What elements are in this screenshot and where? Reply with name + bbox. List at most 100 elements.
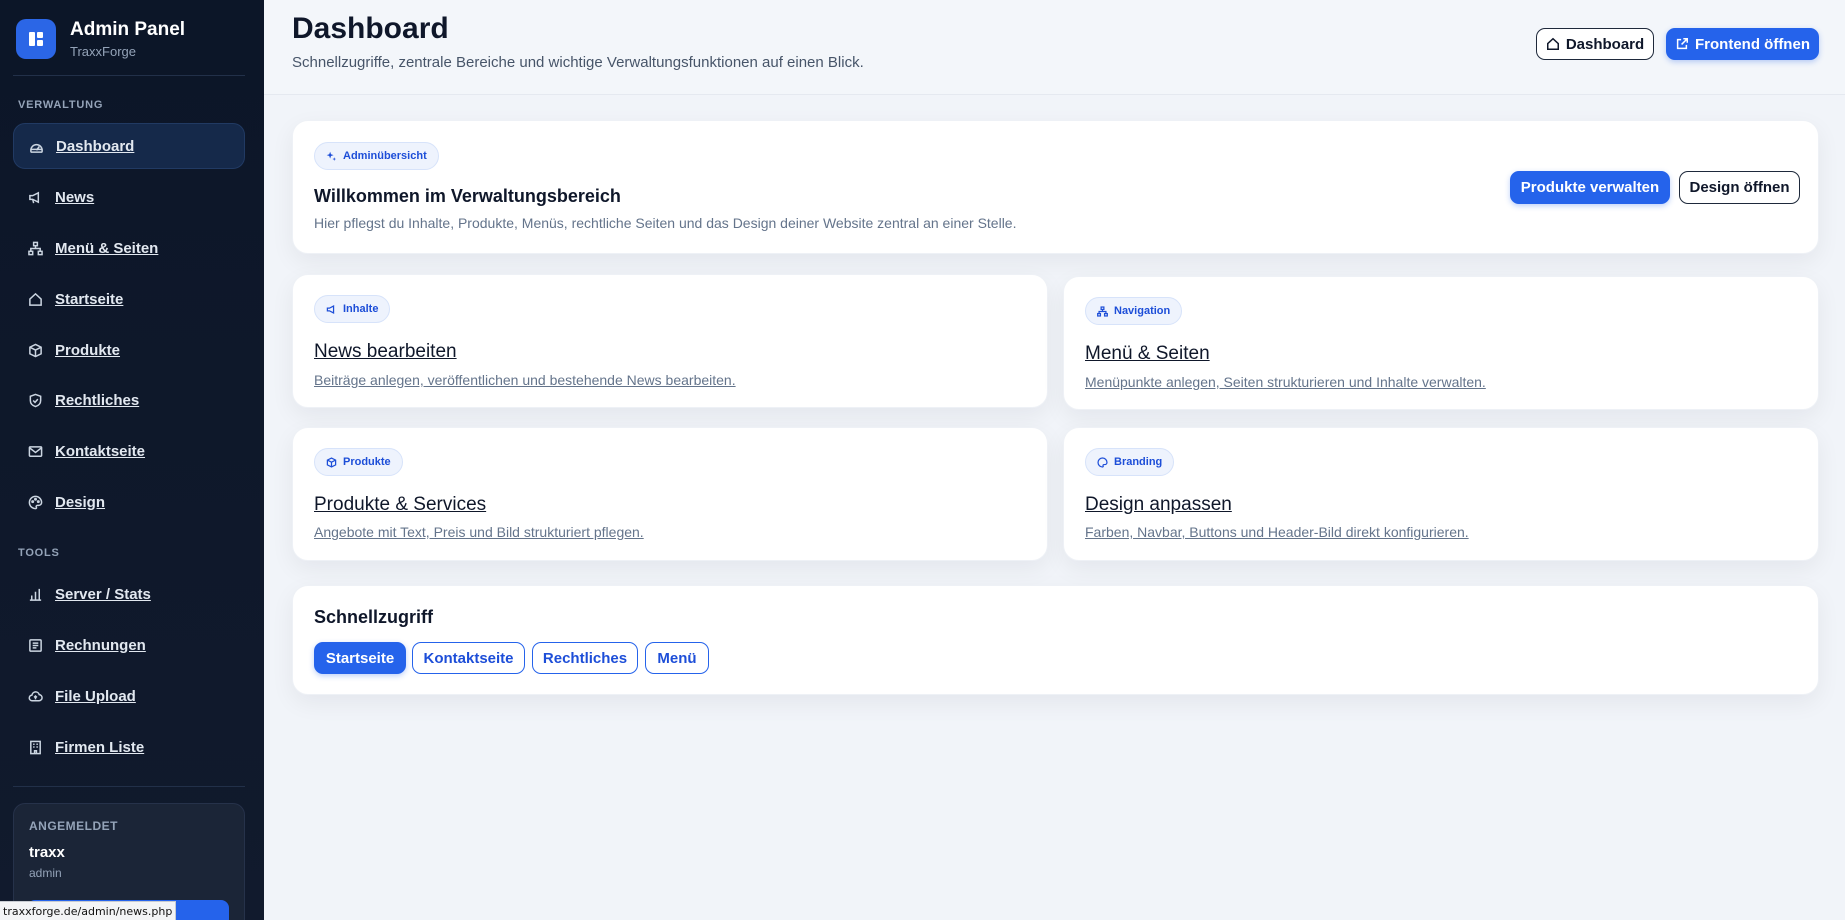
- quick-button-label: Kontaktseite: [423, 649, 514, 667]
- card-title[interactable]: Design anpassen: [1085, 494, 1232, 516]
- quick-button-label: Menü: [657, 649, 697, 667]
- sidebar-divider: [13, 75, 245, 76]
- manage-products-button[interactable]: Produkte verwalten: [1510, 171, 1670, 204]
- manage-products-button-label: Produkte verwalten: [1520, 179, 1660, 196]
- sidebar-item-design[interactable]: Design: [13, 479, 245, 525]
- palette-icon: [1097, 456, 1108, 468]
- page-title: Dashboard: [292, 12, 449, 45]
- frontend-open-button[interactable]: Frontend öffnen: [1666, 28, 1819, 60]
- brand-title: Admin Panel: [70, 19, 186, 40]
- sidebar-item-menu-pages[interactable]: Menü & Seiten: [13, 225, 245, 271]
- card-pill-label: Branding: [1114, 456, 1163, 468]
- dashboard-grid-icon: [16, 18, 56, 59]
- sidebar-item-file-upload[interactable]: File Upload: [13, 673, 245, 719]
- user-name: traxx: [29, 844, 65, 861]
- card-title[interactable]: News bearbeiten: [314, 341, 457, 363]
- page-header: Dashboard Schnellzugriffe, zentrale Bere…: [264, 0, 1845, 95]
- page-subtitle: Schnellzugriffe, zentrale Bereiche und w…: [292, 54, 864, 71]
- section-label-admin: VERWALTUNG: [18, 99, 104, 111]
- sidebar-item-rechtliches[interactable]: Rechtliches: [13, 377, 245, 423]
- sidebar-item-firmen-liste[interactable]: Firmen Liste: [13, 724, 245, 770]
- quick-rechtliches-button[interactable]: Rechtliches: [532, 642, 638, 674]
- building-icon: [27, 739, 43, 755]
- quick-button-label: Startseite: [325, 649, 395, 667]
- card-description: Menüpunkte anlegen, Seiten strukturieren…: [1085, 374, 1486, 390]
- megaphone-icon: [27, 189, 43, 205]
- box-icon: [326, 456, 337, 468]
- megaphone-icon: [326, 304, 337, 315]
- cloud-upload-icon: [27, 688, 43, 704]
- sidebar-item-server-stats[interactable]: Server / Stats: [13, 571, 245, 617]
- feature-card-products[interactable]: Produkte Produkte & Services Angebote mi…: [292, 427, 1048, 561]
- open-design-button[interactable]: Design öffnen: [1679, 171, 1800, 204]
- open-design-button-label: Design öffnen: [1689, 179, 1790, 196]
- sidebar-item-startseite[interactable]: Startseite: [13, 276, 245, 322]
- feature-card-navigation[interactable]: Navigation Menü & Seiten Menüpunkte anle…: [1063, 276, 1819, 410]
- brand-subtitle: TraxxForge: [70, 44, 136, 59]
- mail-icon: [27, 443, 43, 459]
- sidebar-item-kontaktseite[interactable]: Kontaktseite: [13, 428, 245, 474]
- card-pill-label: Navigation: [1114, 305, 1171, 317]
- card-title[interactable]: Menü & Seiten: [1085, 343, 1210, 365]
- sidebar-item-label: Design: [55, 493, 106, 511]
- sidebar-item-label: Firmen Liste: [55, 738, 145, 756]
- sidebar-item-rechnungen[interactable]: Rechnungen: [13, 622, 245, 668]
- quick-button-label: Rechtliches: [542, 649, 628, 667]
- sidebar-item-label: Server / Stats: [55, 585, 151, 603]
- external-link-icon: [1675, 37, 1689, 51]
- card-pill: Branding: [1085, 448, 1175, 476]
- home-icon: [1546, 37, 1560, 51]
- sitemap-icon: [1097, 305, 1108, 317]
- status-bar-url: traxxforge.de/admin/news.php: [0, 901, 177, 920]
- sidebar-item-label: Startseite: [55, 290, 124, 308]
- card-pill-label: Inhalte: [343, 303, 379, 315]
- card-pill-label: Produkte: [343, 456, 391, 468]
- sitemap-icon: [27, 240, 43, 256]
- overview-pill: Adminübersicht: [314, 142, 439, 170]
- quick-kontaktseite-button[interactable]: Kontaktseite: [412, 642, 525, 674]
- quick-menu-button[interactable]: Menü: [645, 642, 709, 674]
- card-pill: Navigation: [1085, 297, 1183, 325]
- card-pill: Inhalte: [314, 295, 391, 323]
- shield-icon: [27, 392, 43, 408]
- sidebar-item-dashboard[interactable]: Dashboard: [13, 123, 245, 169]
- sidebar-item-label: Produkte: [55, 341, 121, 359]
- receipt-icon: [27, 637, 43, 653]
- card-description: Farben, Navbar, Buttons und Header-Bild …: [1085, 524, 1469, 540]
- welcome-card: Adminübersicht Willkommen im Verwaltungs…: [292, 120, 1819, 254]
- sidebar-item-label: Rechnungen: [55, 636, 146, 654]
- feature-card-branding[interactable]: Branding Design anpassen Farben, Navbar,…: [1063, 427, 1819, 561]
- sidebar-item-label: News: [55, 188, 95, 206]
- sidebar-item-label: Kontaktseite: [55, 442, 146, 460]
- section-label-tools: TOOLS: [18, 547, 60, 559]
- dashboard-button[interactable]: Dashboard: [1536, 28, 1654, 60]
- card-description: Beiträge anlegen, veröffentlichen und be…: [314, 372, 736, 388]
- card-title[interactable]: Produkte & Services: [314, 494, 486, 516]
- brand[interactable]: Admin Panel TraxxForge: [16, 18, 185, 59]
- welcome-description: Hier pflegst du Inhalte, Produkte, Menüs…: [314, 215, 1017, 231]
- card-pill: Produkte: [314, 448, 403, 476]
- palette-icon: [27, 494, 43, 510]
- sidebar: Admin Panel TraxxForge VERWALTUNG Dashbo…: [0, 0, 264, 920]
- sparkle-icon: [326, 151, 337, 162]
- frontend-open-button-label: Frontend öffnen: [1695, 35, 1810, 53]
- gauge-icon: [28, 138, 44, 154]
- sidebar-divider: [13, 786, 245, 787]
- quick-startseite-button[interactable]: Startseite: [314, 642, 406, 674]
- bar-chart-icon: [27, 586, 43, 602]
- sidebar-item-label: Dashboard: [56, 137, 135, 155]
- card-description: Angebote mit Text, Preis und Bild strukt…: [314, 524, 644, 540]
- user-card-label: ANGEMELDET: [29, 819, 118, 833]
- sidebar-item-label: Rechtliches: [55, 391, 140, 409]
- quick-access-title: Schnellzugriff: [314, 607, 434, 627]
- feature-card-news[interactable]: Inhalte News bearbeiten Beiträge anlegen…: [292, 274, 1048, 408]
- user-role: admin: [29, 866, 62, 880]
- quick-access-card: Schnellzugriff Startseite Kontaktseite R…: [292, 585, 1819, 695]
- sidebar-item-produkte[interactable]: Produkte: [13, 327, 245, 373]
- welcome-title: Willkommen im Verwaltungsbereich: [314, 186, 621, 206]
- sidebar-item-news[interactable]: News: [13, 174, 245, 220]
- overview-pill-label: Adminübersicht: [343, 150, 427, 162]
- dashboard-button-label: Dashboard: [1565, 35, 1645, 53]
- box-icon: [27, 342, 43, 358]
- sidebar-item-label: File Upload: [55, 687, 136, 705]
